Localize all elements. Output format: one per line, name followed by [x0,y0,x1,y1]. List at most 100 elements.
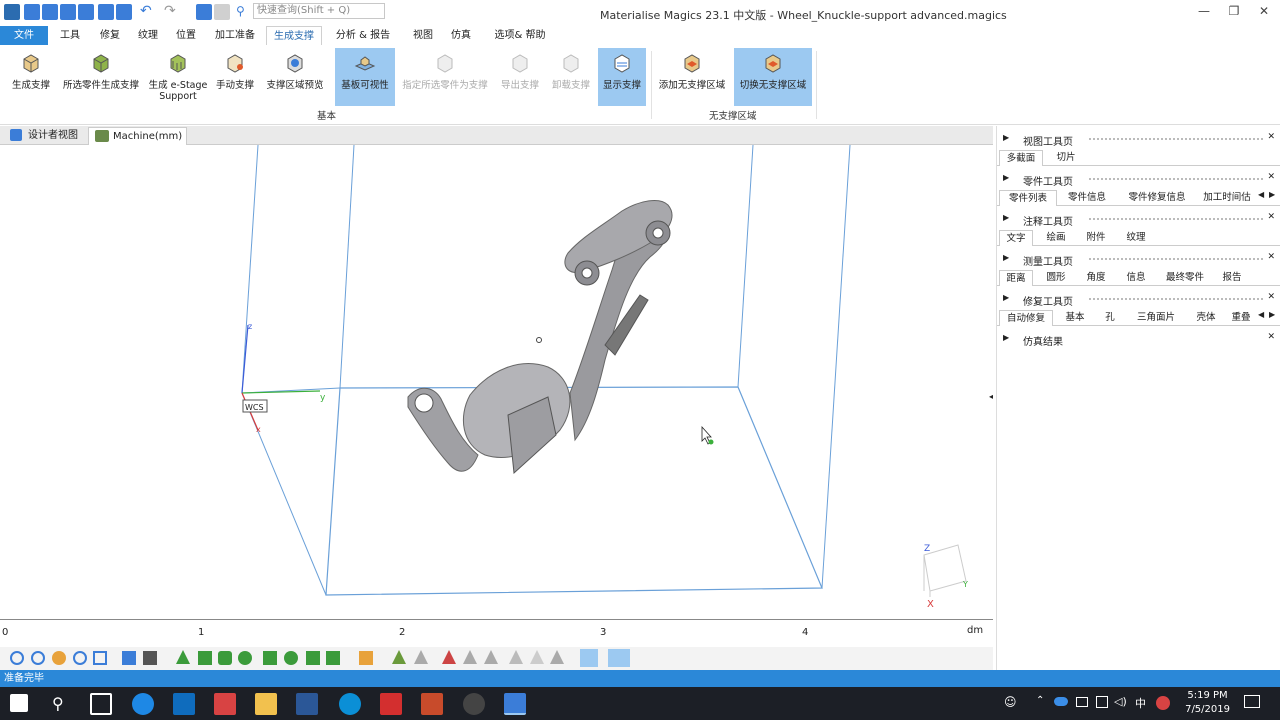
app-red-icon[interactable] [214,693,236,715]
tab-part-list[interactable]: 零件列表 [999,190,1057,206]
acrobat-icon[interactable] [380,693,402,715]
new-file-icon[interactable] [24,4,40,20]
3d-viewport[interactable]: z y x WCS Z Y X [0,145,993,617]
tab-machine[interactable]: Machine(mm) [88,127,188,145]
tray-expand-icon[interactable]: ⌃ [1036,695,1044,706]
powerpoint-icon[interactable] [421,693,443,715]
ime-indicator[interactable]: 中 [1135,695,1146,711]
quick-search-input[interactable]: 快速查询(Shift + Q) [253,3,385,19]
tab-distance[interactable]: 距离 [999,270,1033,286]
tab-text[interactable]: 文字 [999,230,1033,246]
clock[interactable]: 5:19 PM 7/5/2019 [1185,689,1230,717]
onedrive-icon[interactable] [1054,697,1068,706]
close-icon[interactable]: ✕ [1267,292,1275,302]
generate-support-selected-button[interactable]: 所选零件生成支撑 [58,48,144,106]
active-filter-mode[interactable] [608,649,630,667]
tab-final-part[interactable]: 最终零件 [1159,270,1211,286]
tab-part-fix-info[interactable]: 零件修复信息 [1119,190,1195,206]
active-select-mode[interactable] [580,649,598,667]
expand-arrow-icon[interactable]: ▶ [1003,333,1009,342]
select-tool-icon[interactable] [214,4,230,20]
tab-scroll-right-icon[interactable]: ▶ [1269,310,1275,319]
manual-support-button[interactable]: 手动支撑 [212,48,258,106]
magics-icon[interactable] [504,693,526,715]
import-icon[interactable] [98,4,114,20]
tab-analysis-report[interactable]: 分析 & 报告 [330,26,396,45]
zoom-fit-icon[interactable] [73,651,87,665]
skype-icon[interactable] [339,693,361,715]
tab-circle[interactable]: 圆形 [1039,270,1073,286]
panel-collapse-handle[interactable]: ◂ [989,392,993,401]
tab-file[interactable]: 文件 [0,26,48,45]
people-icon[interactable]: ☺ [1004,695,1017,709]
extend-mark-icon[interactable] [414,650,428,664]
app-menu-icon[interactable] [4,4,20,20]
pan-icon[interactable] [52,651,66,665]
generate-support-button[interactable]: 生成支撑 [6,48,56,106]
outlook-icon[interactable] [173,693,195,715]
tab-position[interactable]: 位置 [168,26,204,45]
part-toolpage-header[interactable]: ▶ 零件工具页 ✕ [1001,172,1277,188]
zoom-window-icon[interactable] [31,651,45,665]
open-file-icon[interactable] [42,4,58,20]
expand-arrow-icon[interactable]: ▶ [1003,133,1009,142]
view-cube-icon[interactable] [196,4,212,20]
file-explorer-icon[interactable] [255,693,277,715]
redo-icon[interactable]: ↷ [164,4,180,20]
tab-scroll-left-icon[interactable]: ◀ [1258,190,1264,199]
show-support-button[interactable]: 显示支撑 [598,48,646,106]
close-icon[interactable]: ✕ [1254,4,1274,18]
tab-view[interactable]: 视图 [406,26,440,45]
tab-texture[interactable]: 纹理 [130,26,166,45]
close-icon[interactable]: ✕ [1267,212,1275,222]
tab-build-prep[interactable]: 加工准备 [208,26,262,45]
tab-fix[interactable]: 修复 [92,26,128,45]
tab-overlap[interactable]: 重叠 [1227,310,1255,326]
grow-mark-icon[interactable] [509,650,523,664]
tab-texture[interactable]: 纹理 [1119,230,1153,246]
save-icon[interactable] [60,4,76,20]
word-icon[interactable] [296,693,318,715]
view-toolpage-header[interactable]: ▶ 视图工具页 ✕ [1001,132,1277,148]
shell-select-icon[interactable] [218,651,232,665]
export-icon[interactable] [116,4,132,20]
mark-flat-icon[interactable] [550,650,564,664]
simulation-results-header[interactable]: ▶ 仿真结果 ✕ [1001,332,1277,348]
tab-build-time[interactable]: 加工时间估 [1201,190,1253,206]
mark-icon[interactable] [392,650,406,664]
box-select-icon[interactable] [263,651,277,665]
tab-triangles[interactable]: 三角面片 [1127,310,1185,326]
part-select-icon[interactable] [359,651,373,665]
save-as-icon[interactable] [78,4,94,20]
undo-icon[interactable]: ↶ [140,4,156,20]
expand-arrow-icon[interactable]: ▶ [1003,213,1009,222]
volume-icon[interactable]: ◁) [1114,695,1127,708]
task-view-icon[interactable] [90,693,112,715]
tab-simulation[interactable]: 仿真 [444,26,478,45]
tab-basic[interactable]: 基本 [1057,310,1093,326]
close-icon[interactable]: ✕ [1267,252,1275,262]
tab-shells[interactable]: 壳体 [1189,310,1223,326]
tab-tools[interactable]: 工具 [52,26,88,45]
sphere-select-icon[interactable] [238,651,252,665]
annotation-toolpage-header[interactable]: ▶ 注释工具页 ✕ [1001,212,1277,228]
fix-toolpage-header[interactable]: ▶ 修复工具页 ✕ [1001,292,1277,308]
windows-start-icon[interactable] [10,694,28,712]
edge-icon[interactable] [132,693,154,715]
expand-arrow-icon[interactable]: ▶ [1003,293,1009,302]
network-icon[interactable] [1076,697,1088,707]
tab-scroll-right-icon[interactable]: ▶ [1269,190,1275,199]
tab-options-help[interactable]: 选项& 帮助 [488,26,552,45]
tab-attachment[interactable]: 附件 [1079,230,1113,246]
export-support-button[interactable]: 导出支撑 [496,48,544,106]
unload-support-button[interactable]: 卸载支撑 [548,48,594,106]
measure-toolpage-header[interactable]: ▶ 测量工具页 ✕ [1001,252,1277,268]
minimize-icon[interactable]: — [1194,4,1214,18]
notification-icon[interactable] [1244,695,1260,708]
default-view-icon[interactable] [122,651,136,665]
zoom-icon[interactable] [10,651,24,665]
orientation-triad[interactable]: Z Y X [923,544,968,610]
invert-mark-icon[interactable] [484,650,498,664]
view-cube-icon[interactable] [93,651,107,665]
restore-icon[interactable]: ❐ [1224,4,1244,18]
